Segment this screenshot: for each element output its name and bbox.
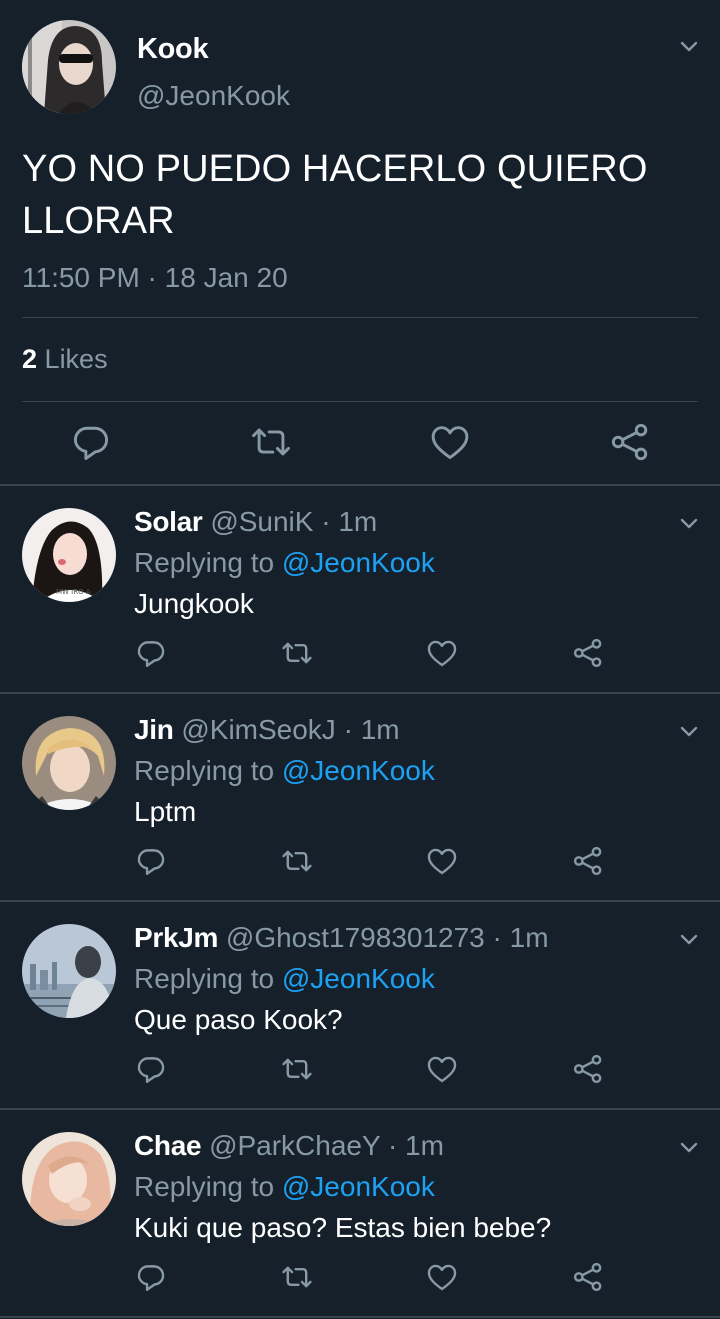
chevron-down-icon[interactable] [676, 926, 702, 952]
author-handle[interactable]: @SuniK [210, 506, 313, 537]
reply-text: Kuki que paso? Estas bien bebe? [134, 1212, 552, 1243]
reply-tweet[interactable]: Jin @KimSeokJ · 1m Replying to @JeonKook… [0, 694, 720, 902]
replying-to: Replying to @JeonKook [134, 755, 435, 787]
likes-number: 2 [22, 344, 38, 374]
reply-actions [0, 636, 720, 670]
reply-tweet[interactable]: Chae @ParkChaeY · 1m Replying to @JeonKo… [0, 1110, 720, 1318]
reply-icon[interactable] [134, 636, 168, 670]
tweet-actions [0, 420, 720, 464]
tweet-text: YO NO PUEDO HACERLO QUIERO LLORAR [22, 148, 648, 242]
divider [0, 1316, 720, 1318]
heart-icon[interactable] [428, 420, 472, 464]
reply-actions [0, 1052, 720, 1086]
author-handle[interactable]: @KimSeokJ [181, 714, 335, 745]
svg-text:MW IRO A: MW IRO A [56, 588, 91, 596]
divider [22, 401, 698, 402]
share-icon[interactable] [571, 1260, 605, 1294]
reply-time: · 1m [387, 1130, 444, 1161]
share-icon[interactable] [571, 1052, 605, 1086]
retweet-icon[interactable] [280, 1260, 314, 1294]
tweet-timestamp: 11:50 PM · 18 Jan 20 [22, 262, 288, 293]
replying-prefix: Replying to [134, 963, 275, 994]
chevron-down-icon[interactable] [676, 33, 702, 59]
reply-header: Solar @SuniK · 1m [134, 506, 377, 538]
replying-to: Replying to @JeonKook [134, 547, 435, 579]
replying-prefix: Replying to [134, 755, 275, 786]
avatar[interactable] [22, 924, 116, 1018]
chevron-down-icon[interactable] [676, 718, 702, 744]
reply-actions [0, 844, 720, 878]
author-name[interactable]: PrkJm [134, 922, 218, 953]
mention-link[interactable]: @JeonKook [282, 547, 435, 578]
chevron-down-icon[interactable] [676, 1134, 702, 1160]
avatar[interactable] [22, 20, 116, 114]
retweet-icon[interactable] [280, 844, 314, 878]
reply-header: Jin @KimSeokJ · 1m [134, 714, 400, 746]
reply-text: Lptm [134, 796, 197, 827]
replying-prefix: Replying to [134, 547, 275, 578]
avatar[interactable] [22, 716, 116, 810]
share-icon[interactable] [571, 844, 605, 878]
author-name[interactable]: Jin [134, 714, 174, 745]
heart-icon[interactable] [425, 1052, 459, 1086]
mention-link[interactable]: @JeonKook [282, 755, 435, 786]
author-handle[interactable]: @JeonKook [137, 80, 290, 112]
reply-time: · 1m [492, 922, 549, 953]
author-name[interactable]: Kook [137, 33, 209, 66]
reply-time: · 1m [343, 714, 400, 745]
retweet-icon[interactable] [249, 420, 293, 464]
reply-tweet[interactable]: MW IRO A Solar @SuniK · 1m Replying to @… [0, 486, 720, 694]
heart-icon[interactable] [425, 636, 459, 670]
reply-icon[interactable] [134, 1052, 168, 1086]
heart-icon[interactable] [425, 1260, 459, 1294]
divider [22, 317, 698, 318]
replying-prefix: Replying to [134, 1171, 275, 1202]
chevron-down-icon[interactable] [676, 510, 702, 536]
tweet-thread-screen: Kook @JeonKook YO NO PUEDO HACERLO QUIER… [0, 0, 720, 1319]
share-icon[interactable] [608, 420, 652, 464]
reply-text: Jungkook [134, 588, 254, 619]
author-handle[interactable]: @ParkChaeY [209, 1130, 380, 1161]
heart-icon[interactable] [425, 844, 459, 878]
reply-icon[interactable] [134, 844, 168, 878]
mention-link[interactable]: @JeonKook [282, 963, 435, 994]
retweet-icon[interactable] [280, 636, 314, 670]
author-name[interactable]: Solar [134, 506, 203, 537]
reply-header: Chae @ParkChaeY · 1m [134, 1130, 444, 1162]
reply-tweet[interactable]: PrkJm @Ghost1798301273 · 1m Replying to … [0, 902, 720, 1110]
avatar[interactable] [22, 1132, 116, 1226]
reply-time: · 1m [321, 506, 378, 537]
likes-count[interactable]: 2 Likes [22, 344, 108, 375]
author-handle[interactable]: @Ghost1798301273 [226, 922, 485, 953]
reply-header: PrkJm @Ghost1798301273 · 1m [134, 922, 549, 954]
likes-label: Likes [44, 344, 108, 374]
author-name[interactable]: Chae [134, 1130, 202, 1161]
mention-link[interactable]: @JeonKook [282, 1171, 435, 1202]
avatar[interactable]: MW IRO A [22, 508, 116, 602]
reply-icon[interactable] [69, 420, 113, 464]
reply-text: Que paso Kook? [134, 1004, 343, 1035]
share-icon[interactable] [571, 636, 605, 670]
retweet-icon[interactable] [280, 1052, 314, 1086]
replying-to: Replying to @JeonKook [134, 1171, 435, 1203]
reply-actions [0, 1260, 720, 1294]
reply-icon[interactable] [134, 1260, 168, 1294]
replying-to: Replying to @JeonKook [134, 963, 435, 995]
